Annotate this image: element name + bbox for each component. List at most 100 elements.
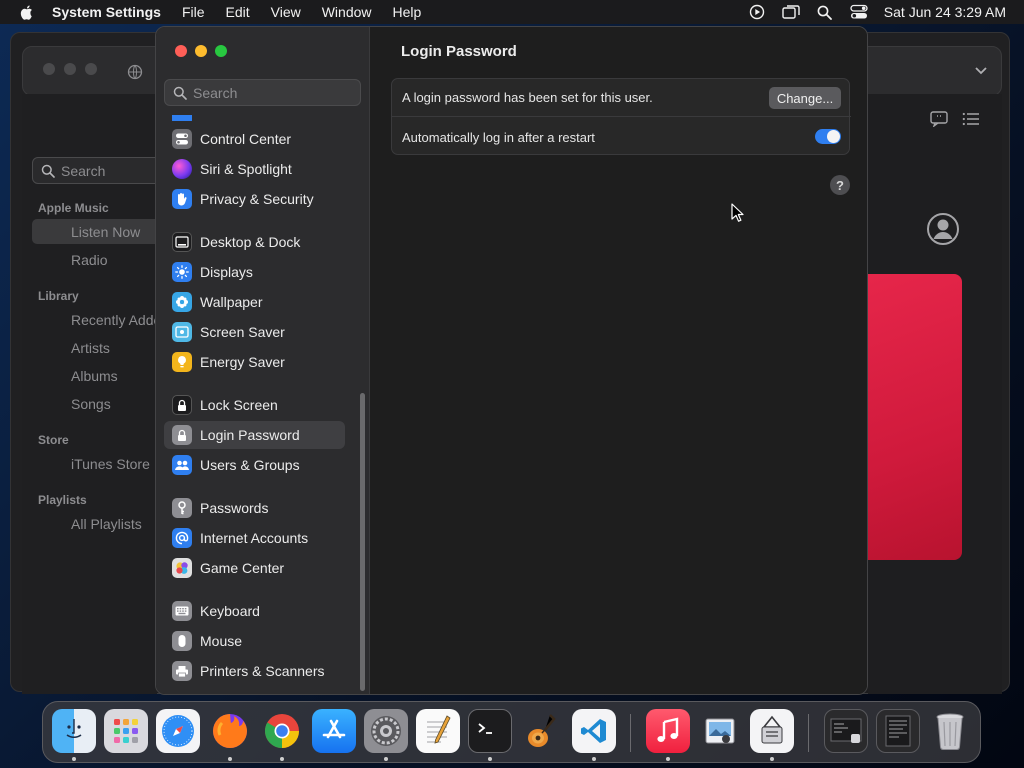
lyrics-icon[interactable]	[930, 111, 948, 127]
music-section-playlists: Playlists	[38, 493, 87, 507]
queue-list-icon[interactable]	[962, 111, 980, 127]
running-indicator	[384, 757, 388, 761]
menu-window[interactable]: Window	[322, 4, 372, 20]
music-item-all-playlists[interactable]: All Playlists	[71, 516, 142, 532]
sidebar-item-game-center[interactable]: Game Center	[164, 554, 345, 582]
sidebar-item-keyboard[interactable]: Keyboard	[164, 597, 345, 625]
sidebar-label: Desktop & Dock	[200, 234, 301, 250]
music-item-itunes-store[interactable]: iTunes Store	[71, 456, 150, 472]
menu-file[interactable]: File	[182, 4, 205, 20]
screenshot-thumbnail-icon[interactable]	[824, 709, 868, 753]
running-indicator	[488, 757, 492, 761]
auto-login-toggle[interactable]	[815, 129, 841, 144]
sidebar-item-siri-spotlight[interactable]: Siri & Spotlight	[164, 155, 345, 183]
menu-app-name[interactable]: System Settings	[52, 4, 161, 20]
app-store-icon[interactable]	[312, 709, 356, 753]
sidebar-label: Wallpaper	[200, 294, 263, 310]
dock-separator	[630, 714, 631, 752]
music-item-listen-now[interactable]: Listen Now	[71, 224, 140, 240]
trash-icon[interactable]	[928, 709, 972, 753]
firefox-icon[interactable]	[208, 709, 252, 753]
lock-icon	[172, 395, 192, 415]
sidebar-item-users-groups[interactable]: Users & Groups	[164, 451, 345, 479]
account-avatar-icon[interactable]	[926, 212, 960, 246]
finder-icon[interactable]	[52, 709, 96, 753]
mouse-cursor-icon	[731, 203, 744, 222]
music-search-input[interactable]: Search	[32, 157, 162, 184]
help-button[interactable]: ?	[830, 175, 850, 195]
screen-mirroring-icon[interactable]	[782, 3, 800, 21]
running-indicator	[228, 757, 232, 761]
auto-login-text: Automatically log in after a restart	[402, 129, 595, 145]
garageband-icon[interactable]	[520, 709, 564, 753]
preview-icon[interactable]	[698, 709, 742, 753]
music-search-placeholder: Search	[61, 162, 106, 179]
sidebar-label: Passwords	[200, 500, 269, 516]
vscode-icon[interactable]	[572, 709, 616, 753]
archive-utility-icon[interactable]	[750, 709, 794, 753]
sidebar-item-passwords[interactable]: Passwords	[164, 494, 345, 522]
mouse-icon	[172, 631, 192, 651]
running-indicator	[666, 757, 670, 761]
sidebar-item-energy-saver[interactable]: Energy Saver	[164, 348, 345, 376]
terminal-icon[interactable]	[468, 709, 512, 753]
sidebar-item-desktop-dock[interactable]: Desktop & Dock	[164, 228, 345, 256]
menu-clock[interactable]: Sat Jun 24 3:29 AM	[884, 4, 1006, 20]
running-indicator	[280, 757, 284, 761]
sidebar-item-privacy-security[interactable]: Privacy & Security	[164, 185, 345, 213]
safari-icon[interactable]	[156, 709, 200, 753]
sidebar-item-login-password[interactable]: Login Password	[164, 421, 345, 449]
password-status-row: A login password has been set for this u…	[392, 79, 851, 117]
launchpad-icon[interactable]	[104, 709, 148, 753]
at-icon	[172, 528, 192, 548]
running-indicator	[592, 757, 596, 761]
featured-artwork-card[interactable]	[868, 274, 962, 560]
globe-icon	[127, 64, 143, 80]
login-password-group: A login password has been set for this u…	[391, 78, 851, 155]
keyboard-icon	[172, 601, 192, 621]
music-item-songs[interactable]: Songs	[71, 396, 111, 412]
menu-bar: System Settings File Edit View Window He…	[0, 0, 1024, 24]
sidebar-item-printers-scanners[interactable]: Printers & Scanners	[164, 657, 345, 685]
music-icon[interactable]	[646, 709, 690, 753]
sidebar-scrollbar[interactable]	[360, 393, 365, 691]
chrome-icon[interactable]	[260, 709, 304, 753]
partial-item-icon	[172, 115, 192, 121]
sidebar-item-displays[interactable]: Displays	[164, 258, 345, 286]
music-item-albums[interactable]: Albums	[71, 368, 118, 384]
system-settings-icon[interactable]	[364, 709, 408, 753]
textedit-icon[interactable]	[416, 709, 460, 753]
control-center-icon[interactable]	[850, 3, 868, 21]
sidebar-item-screen-saver[interactable]: Screen Saver	[164, 318, 345, 346]
menu-edit[interactable]: Edit	[226, 4, 250, 20]
settings-search-field[interactable]	[164, 79, 361, 106]
hand-icon	[172, 189, 192, 209]
music-item-artists[interactable]: Artists	[71, 340, 110, 356]
game-center-icon	[172, 558, 192, 578]
apple-menu-icon[interactable]	[18, 3, 36, 21]
sidebar-label: Users & Groups	[200, 457, 300, 473]
toggle-knob	[827, 130, 840, 143]
sun-icon	[172, 262, 192, 282]
control-center-icon	[172, 129, 192, 149]
spotlight-icon[interactable]	[816, 3, 834, 21]
menu-help[interactable]: Help	[393, 4, 422, 20]
sidebar-item-wallpaper[interactable]: Wallpaper	[164, 288, 345, 316]
sidebar-item-lock-screen[interactable]: Lock Screen	[164, 391, 345, 419]
zoom-window-button[interactable]	[215, 45, 227, 57]
screen-record-icon[interactable]	[748, 3, 766, 21]
dock-icon	[172, 232, 192, 252]
minimize-window-button[interactable]	[195, 45, 207, 57]
sidebar-label: Lock Screen	[200, 397, 278, 413]
close-window-button[interactable]	[175, 45, 187, 57]
sidebar-item-internet-accounts[interactable]: Internet Accounts	[164, 524, 345, 552]
sidebar-item-mouse[interactable]: Mouse	[164, 627, 345, 655]
sidebar-item-control-center[interactable]: Control Center	[164, 125, 345, 153]
menu-view[interactable]: View	[271, 4, 301, 20]
running-indicator	[770, 757, 774, 761]
password-status-text: A login password has been set for this u…	[402, 90, 653, 105]
music-item-radio[interactable]: Radio	[71, 252, 108, 268]
document-thumbnail-icon[interactable]	[876, 709, 920, 753]
change-password-button[interactable]: Change...	[769, 87, 841, 109]
settings-search-input[interactable]	[193, 84, 353, 101]
